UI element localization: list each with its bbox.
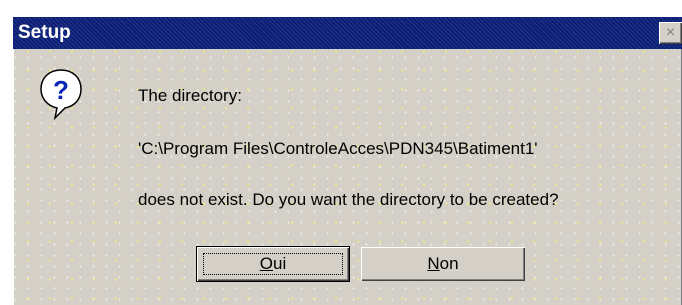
oui-button[interactable]: Oui <box>197 247 349 281</box>
question-icon-graphic: ? <box>40 69 82 121</box>
non-label-rest: on <box>439 254 459 273</box>
setup-dialog: Setup × ? The directory: 'C:\Program Fil… <box>13 17 682 305</box>
oui-mnemonic: O <box>259 254 273 273</box>
message-line-1: The directory: <box>138 86 242 105</box>
oui-label-rest: ui <box>273 254 287 273</box>
window-title: Setup <box>18 22 71 43</box>
directory-path: 'C:\Program Files\ControleAcces\PDN345\B… <box>138 139 538 158</box>
message-line-3: does not exist. Do you want the director… <box>138 190 559 209</box>
close-button[interactable]: × <box>659 22 682 44</box>
question-icon: ? <box>37 67 85 121</box>
question-mark: ? <box>53 75 69 105</box>
non-button-label: Non <box>427 254 458 273</box>
title-bar[interactable]: Setup × <box>13 17 682 49</box>
oui-button-label: Oui <box>260 254 286 273</box>
non-button[interactable]: Non <box>361 247 525 281</box>
close-icon: × <box>665 24 676 41</box>
non-mnemonic: N <box>427 254 440 273</box>
